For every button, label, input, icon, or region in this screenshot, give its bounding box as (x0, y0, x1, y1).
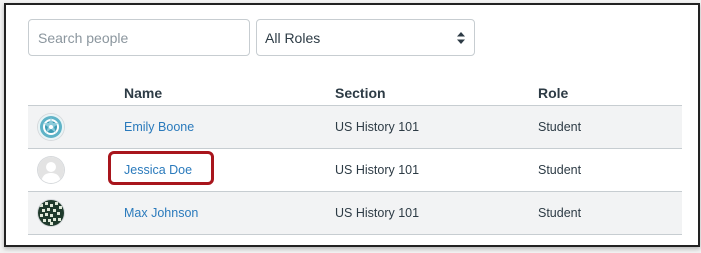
table-header: Name Section Role (28, 77, 682, 106)
screen: All Roles Name Section Role (0, 0, 701, 253)
section-cell: US History 101 (335, 163, 420, 177)
green-pattern-avatar[interactable] (38, 200, 64, 226)
header-section: Section (335, 85, 386, 101)
header-role: Role (538, 85, 569, 101)
table-row: Jessica Doe US History 101 Student (28, 149, 682, 192)
header-name: Name (124, 85, 163, 101)
role-filter-select[interactable]: All Roles (256, 19, 475, 56)
role-cell: Student (538, 206, 582, 220)
default-person-avatar[interactable] (38, 157, 64, 183)
table-row: Emily Boone US History 101 Student (28, 106, 682, 149)
person-name-link[interactable]: Emily Boone (124, 120, 194, 134)
teal-pattern-avatar[interactable] (38, 114, 64, 140)
role-filter-value: All Roles (265, 29, 321, 46)
person-name-link[interactable]: Jessica Doe (124, 163, 192, 177)
people-table: Name Section Role Emily Boone US History… (28, 77, 682, 235)
people-panel: All Roles Name Section Role (4, 3, 700, 247)
person-name-link[interactable]: Max Johnson (124, 206, 198, 220)
table-row: Max Johnson US History 101 Student (28, 192, 682, 235)
role-cell: Student (538, 163, 582, 177)
role-cell: Student (538, 120, 582, 134)
section-cell: US History 101 (335, 206, 420, 220)
section-cell: US History 101 (335, 120, 420, 134)
search-people-input[interactable] (28, 19, 250, 56)
select-arrows-icon (456, 31, 466, 45)
